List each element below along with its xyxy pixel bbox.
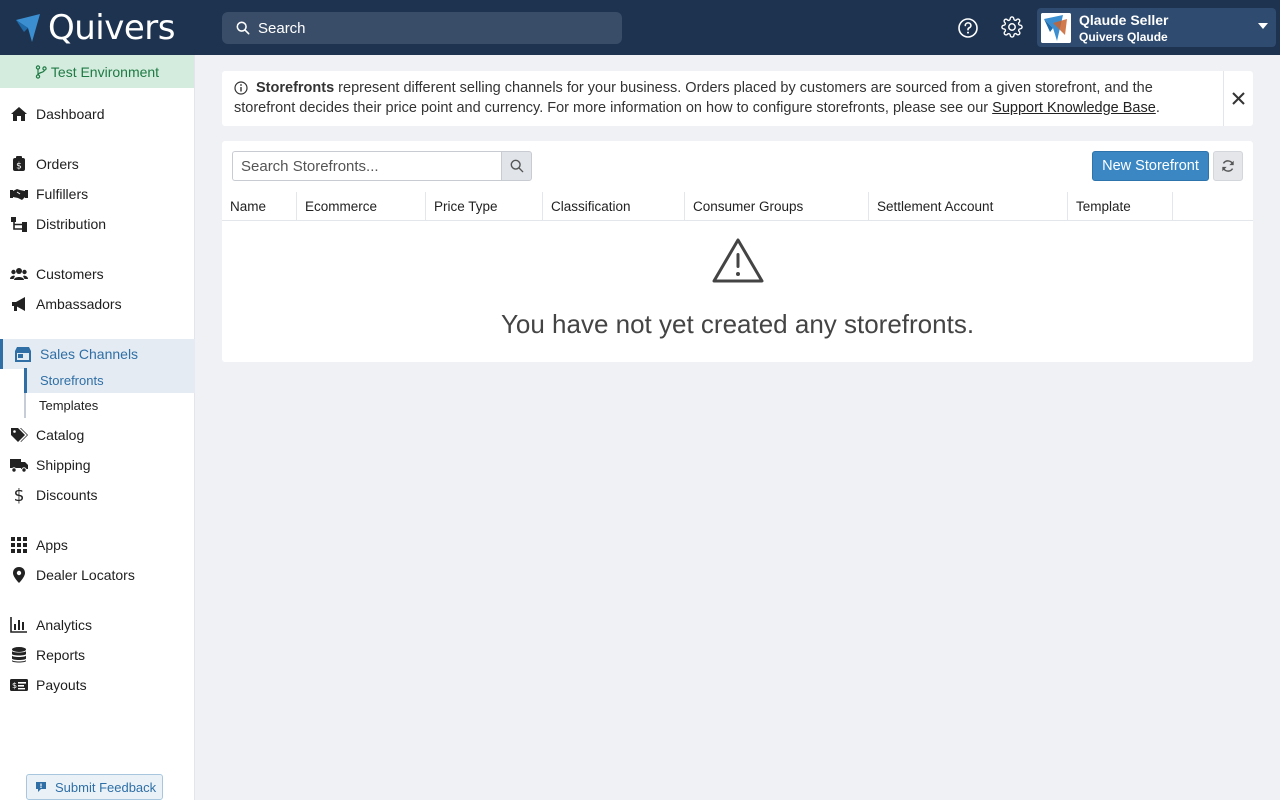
sidebar-item-label: Ambassadors xyxy=(36,296,122,312)
sidebar-item-label: Shipping xyxy=(36,457,91,473)
sidebar: Test Environment Dashboard $ Orders Fulf… xyxy=(0,55,195,800)
sidebar-item-label: Payouts xyxy=(36,677,87,693)
dollar-icon: $ xyxy=(14,486,25,504)
sidebar-item-label: Analytics xyxy=(36,617,93,633)
sidebar-item-payouts[interactable]: $ Payouts xyxy=(0,670,195,700)
column-header-classification[interactable]: Classification xyxy=(543,192,685,221)
environment-label: Test Environment xyxy=(50,63,160,80)
column-header-settlement-account[interactable]: Settlement Account xyxy=(869,192,1068,221)
sidebar-item-discounts[interactable]: $ Discounts xyxy=(0,480,195,510)
alert-end: . xyxy=(1155,100,1160,116)
search-icon xyxy=(510,159,523,173)
map-pin-icon xyxy=(13,567,25,583)
environment-banner: Test Environment xyxy=(0,55,194,88)
sidebar-item-ambassadors[interactable]: Ambassadors xyxy=(0,289,195,319)
sidebar-item-label: Distribution xyxy=(36,216,107,232)
top-bar: Quivers Qlaude Seller Quivers Qlaude xyxy=(0,0,1280,55)
storefront-search-input[interactable] xyxy=(232,151,501,181)
sidebar-subitem-label: Templates xyxy=(39,398,99,413)
submit-feedback-button[interactable]: Submit Feedback xyxy=(26,774,163,800)
submit-feedback-label: Submit Feedback xyxy=(55,779,157,795)
sidebar-subitem-storefronts[interactable]: Storefronts xyxy=(24,368,195,393)
quivers-logo[interactable]: Quivers xyxy=(14,8,176,48)
sidebar-item-sales-channels[interactable]: Sales Channels xyxy=(0,339,195,369)
close-alert-button[interactable] xyxy=(1223,71,1253,126)
money-check-icon: $ xyxy=(10,679,28,691)
gear-icon[interactable] xyxy=(1001,16,1023,38)
sidebar-item-label: Orders xyxy=(36,156,79,172)
user-menu[interactable]: Qlaude Seller Quivers Qlaude xyxy=(1037,8,1276,47)
sidebar-item-reports[interactable]: Reports xyxy=(0,640,195,670)
megaphone-icon xyxy=(12,297,25,311)
sidebar-item-label: Catalog xyxy=(36,427,85,443)
storefronts-table-header: Name Ecommerce Price Type Classification… xyxy=(222,192,1253,221)
warning-icon xyxy=(712,238,764,283)
search-icon xyxy=(236,21,250,35)
sidebar-item-label: Dealer Locators xyxy=(36,567,135,583)
refresh-icon xyxy=(1222,160,1234,172)
sidebar-item-apps[interactable]: Apps xyxy=(0,530,195,560)
sidebar-item-label: Discounts xyxy=(36,487,98,503)
sidebar-item-label: Sales Channels xyxy=(40,346,139,362)
empty-state-message: You have not yet created any storefronts… xyxy=(500,309,975,339)
network-icon xyxy=(11,217,27,232)
sidebar-item-distribution[interactable]: Distribution xyxy=(0,209,195,239)
sidebar-item-shipping[interactable]: Shipping xyxy=(0,450,195,480)
sidebar-item-dealer-locators[interactable]: Dealer Locators xyxy=(0,560,195,590)
sidebar-item-analytics[interactable]: Analytics xyxy=(0,610,195,640)
users-icon xyxy=(10,268,28,280)
sidebar-item-catalog[interactable]: Catalog xyxy=(0,420,195,450)
global-search[interactable] xyxy=(222,12,622,44)
sidebar-item-label: Dashboard xyxy=(36,106,105,122)
sidebar-subitem-templates[interactable]: Templates xyxy=(24,393,195,418)
storefronts-card: New Storefront Name Ecommerce Price Type… xyxy=(222,141,1253,362)
store-icon xyxy=(15,347,31,362)
sidebar-item-label: Apps xyxy=(36,537,68,553)
storefronts-info-alert: Storefronts represent different selling … xyxy=(222,71,1253,126)
sidebar-item-customers[interactable]: Customers xyxy=(0,259,195,289)
column-header-ecommerce[interactable]: Ecommerce xyxy=(297,192,426,221)
svg-text:$: $ xyxy=(16,162,22,172)
new-storefront-button[interactable]: New Storefront xyxy=(1092,151,1209,181)
svg-text:$: $ xyxy=(14,486,25,504)
column-header-name[interactable]: Name xyxy=(222,192,297,221)
git-branch-icon xyxy=(35,64,47,79)
tags-icon xyxy=(11,428,28,442)
sidebar-item-label: Customers xyxy=(36,266,104,282)
database-icon xyxy=(12,647,26,663)
close-icon xyxy=(1232,92,1245,105)
sidebar-subitem-label: Storefronts xyxy=(40,373,104,388)
svg-text:$: $ xyxy=(12,681,17,690)
help-icon[interactable] xyxy=(957,17,979,39)
column-header-consumer-groups[interactable]: Consumer Groups xyxy=(685,192,869,221)
grid-icon xyxy=(11,537,27,553)
global-search-input[interactable] xyxy=(258,19,598,37)
bar-chart-icon xyxy=(10,617,27,633)
refresh-button[interactable] xyxy=(1213,151,1243,181)
sidebar-item-dashboard[interactable]: Dashboard xyxy=(0,99,195,129)
avatar-image xyxy=(1041,12,1071,43)
alert-message: Storefronts represent different selling … xyxy=(234,78,1204,118)
sidebar-item-fulfillers[interactable]: Fulfillers xyxy=(0,179,195,209)
avatar xyxy=(1041,12,1071,43)
storefront-search-button[interactable] xyxy=(501,151,532,181)
orders-icon: $ xyxy=(13,156,25,172)
sidebar-item-orders[interactable]: $ Orders xyxy=(0,149,195,179)
caret-down-icon[interactable] xyxy=(1258,22,1268,30)
support-knowledge-base-link[interactable]: Support Knowledge Base xyxy=(992,100,1156,116)
column-header-template[interactable]: Template xyxy=(1068,192,1173,221)
home-icon xyxy=(11,107,27,121)
storefront-search xyxy=(232,151,532,181)
sidebar-item-label: Fulfillers xyxy=(36,186,89,202)
sidebar-item-label: Reports xyxy=(36,647,86,663)
quivers-logo-icon xyxy=(16,14,40,42)
user-company: Quivers Qlaude xyxy=(1079,29,1168,44)
feedback-icon xyxy=(36,782,46,792)
column-header-price-type[interactable]: Price Type xyxy=(426,192,543,221)
alert-bold-term: Storefronts xyxy=(256,80,335,96)
handshake-icon xyxy=(10,189,28,200)
truck-icon xyxy=(10,459,28,473)
brand-name: Quivers xyxy=(48,8,176,48)
user-name: Qlaude Seller xyxy=(1079,11,1169,28)
